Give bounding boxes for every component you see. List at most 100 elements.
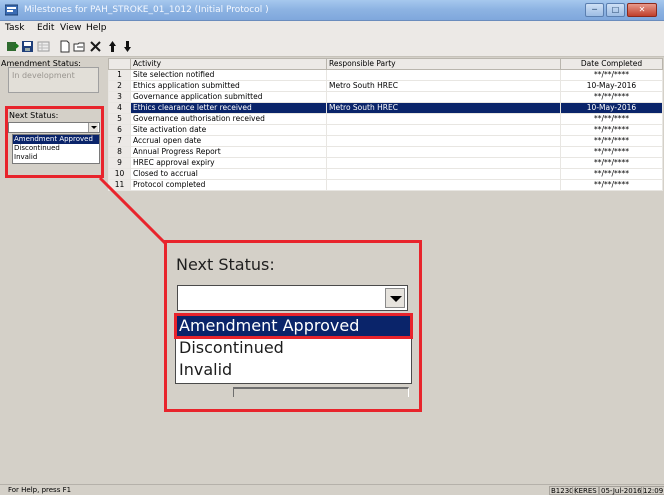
table-row[interactable]: 8 Annual Progress Report **/**/**** [108, 146, 663, 158]
zoom-option-discontinued[interactable]: Discontinued [176, 337, 411, 359]
activity-cell[interactable]: Ethics application submitted [130, 80, 327, 92]
responsible-party-cell[interactable] [326, 146, 561, 158]
date-completed-cell[interactable]: **/**/**** [560, 157, 663, 169]
date-completed-cell[interactable]: **/**/**** [560, 135, 663, 147]
responsible-party-cell[interactable] [326, 157, 561, 169]
activity-cell[interactable]: Protocol completed [130, 179, 327, 191]
save-exit-icon[interactable] [6, 40, 19, 53]
date-completed-cell[interactable]: 10-May-2016 [560, 80, 663, 92]
responsible-party-cell[interactable] [326, 69, 561, 81]
activity-cell[interactable]: HREC approval expiry [130, 157, 327, 169]
menu-help[interactable]: Help [86, 23, 107, 33]
responsible-party-cell[interactable] [326, 168, 561, 180]
status-bar: For Help, press F1 B1230 KERES 05-Jul-20… [0, 484, 664, 495]
status-time: 12:09 [641, 486, 664, 495]
row-number-cell[interactable]: 2 [108, 80, 131, 92]
column-header-date-completed[interactable]: Date Completed [560, 58, 663, 70]
title-bar: Milestones for PAH_STROKE_01_1012 (Initi… [0, 0, 664, 21]
row-number-cell[interactable]: 4 [108, 102, 131, 114]
milestones-grid: Activity Responsible Party Date Complete… [108, 58, 663, 191]
zoom-option-invalid[interactable]: Invalid [176, 359, 411, 381]
row-number-cell[interactable]: 10 [108, 168, 131, 180]
zoom-chevron-down-icon[interactable] [385, 288, 405, 308]
close-icon: ✕ [638, 5, 646, 14]
option-amendment-approved[interactable]: Amendment Approved [13, 135, 99, 144]
table-row[interactable]: 9 HREC approval expiry **/**/**** [108, 157, 663, 169]
chevron-down-icon[interactable] [88, 123, 98, 132]
date-completed-cell[interactable]: **/**/**** [560, 113, 663, 125]
activity-cell[interactable]: Site activation date [130, 124, 327, 136]
app-icon [5, 4, 18, 16]
row-number-cell[interactable]: 5 [108, 113, 131, 125]
maximize-button[interactable]: □ [606, 3, 625, 17]
move-down-icon[interactable] [121, 40, 134, 53]
activity-cell[interactable]: Site selection notified [130, 69, 327, 81]
row-number-cell[interactable]: 3 [108, 91, 131, 103]
date-completed-cell[interactable]: **/**/**** [560, 179, 663, 191]
zoom-button-edge [233, 387, 409, 397]
activity-cell[interactable]: Annual Progress Report [130, 146, 327, 158]
row-number-cell[interactable]: 6 [108, 124, 131, 136]
responsible-party-cell[interactable]: Metro South HREC [326, 80, 561, 92]
date-completed-cell[interactable]: **/**/**** [560, 91, 663, 103]
save-icon[interactable] [21, 40, 34, 53]
activity-cell[interactable]: Governance authorisation received [130, 113, 327, 125]
next-status-combo[interactable] [8, 122, 100, 133]
row-number-cell[interactable]: 1 [108, 69, 131, 81]
row-number-cell[interactable]: 9 [108, 157, 131, 169]
table-row[interactable]: 11 Protocol completed **/**/**** [108, 179, 663, 191]
date-completed-cell[interactable]: **/**/**** [560, 146, 663, 158]
responsible-party-cell[interactable] [326, 91, 561, 103]
grid-icon[interactable] [37, 40, 50, 53]
date-completed-cell[interactable]: **/**/**** [560, 168, 663, 180]
activity-cell[interactable]: Ethics clearance letter received [130, 102, 327, 114]
new-document-icon[interactable] [58, 40, 71, 53]
activity-cell[interactable]: Governance application submitted [130, 91, 327, 103]
zoom-next-status-label: Next Status: [176, 255, 275, 274]
responsible-party-cell[interactable] [326, 113, 561, 125]
maximize-icon: □ [611, 5, 620, 14]
responsible-party-cell[interactable]: Metro South HREC [326, 102, 561, 114]
table-row[interactable]: 6 Site activation date **/**/**** [108, 124, 663, 136]
left-panel: Amendment Status: In development Next St… [0, 58, 105, 484]
responsible-party-cell[interactable] [326, 179, 561, 191]
date-completed-cell[interactable]: **/**/**** [560, 124, 663, 136]
delete-icon[interactable] [89, 40, 102, 53]
minimize-button[interactable]: ─ [585, 3, 604, 17]
table-row[interactable]: 1 Site selection notified **/**/**** [108, 69, 663, 81]
status-date: 05-Jul-2016 [599, 486, 644, 495]
zoom-next-status-dropdown: Amendment Approved Discontinued Invalid [174, 313, 413, 384]
column-header-activity[interactable]: Activity [130, 58, 327, 70]
table-row[interactable]: 5 Governance authorisation received **/**/… [108, 113, 663, 125]
row-number-cell[interactable]: 8 [108, 146, 131, 158]
status-user-name: KERES [572, 486, 599, 495]
row-number-cell[interactable]: 7 [108, 135, 131, 147]
responsible-party-cell[interactable] [326, 135, 561, 147]
open-folder-icon[interactable] [73, 40, 86, 53]
menu-edit[interactable]: Edit [37, 23, 54, 33]
table-row[interactable]: 4 Ethics clearance letter received Metro S… [108, 102, 663, 114]
next-status-dropdown: Amendment Approved Discontinued Invalid [12, 134, 100, 164]
menu-bar: Task Edit View Help [0, 21, 664, 36]
table-row[interactable]: 7 Accrual open date **/**/**** [108, 135, 663, 147]
row-number-cell[interactable]: 11 [108, 179, 131, 191]
menu-view[interactable]: View [60, 23, 81, 33]
option-discontinued[interactable]: Discontinued [13, 144, 99, 153]
activity-cell[interactable]: Closed to accrual [130, 168, 327, 180]
table-row[interactable]: 10 Closed to accrual **/**/**** [108, 168, 663, 180]
table-row[interactable]: 3 Governance application submitted **/**/*… [108, 91, 663, 103]
table-row[interactable]: 2 Ethics application submitted Metro South… [108, 80, 663, 92]
close-button[interactable]: ✕ [627, 3, 657, 17]
option-invalid[interactable]: Invalid [13, 153, 99, 162]
responsible-party-cell[interactable] [326, 124, 561, 136]
move-up-icon[interactable] [106, 40, 119, 53]
minimize-icon: ─ [592, 5, 597, 14]
date-completed-cell[interactable]: **/**/**** [560, 69, 663, 81]
menu-task[interactable]: Task [5, 23, 24, 33]
activity-cell[interactable]: Accrual open date [130, 135, 327, 147]
zoom-next-status-combo[interactable] [177, 285, 408, 311]
zoom-option-amendment-approved[interactable]: Amendment Approved [174, 313, 413, 339]
column-header-responsible-party[interactable]: Responsible Party [326, 58, 561, 70]
amendment-status-value: In development [8, 67, 99, 93]
date-completed-cell[interactable]: 10-May-2016 [560, 102, 663, 114]
